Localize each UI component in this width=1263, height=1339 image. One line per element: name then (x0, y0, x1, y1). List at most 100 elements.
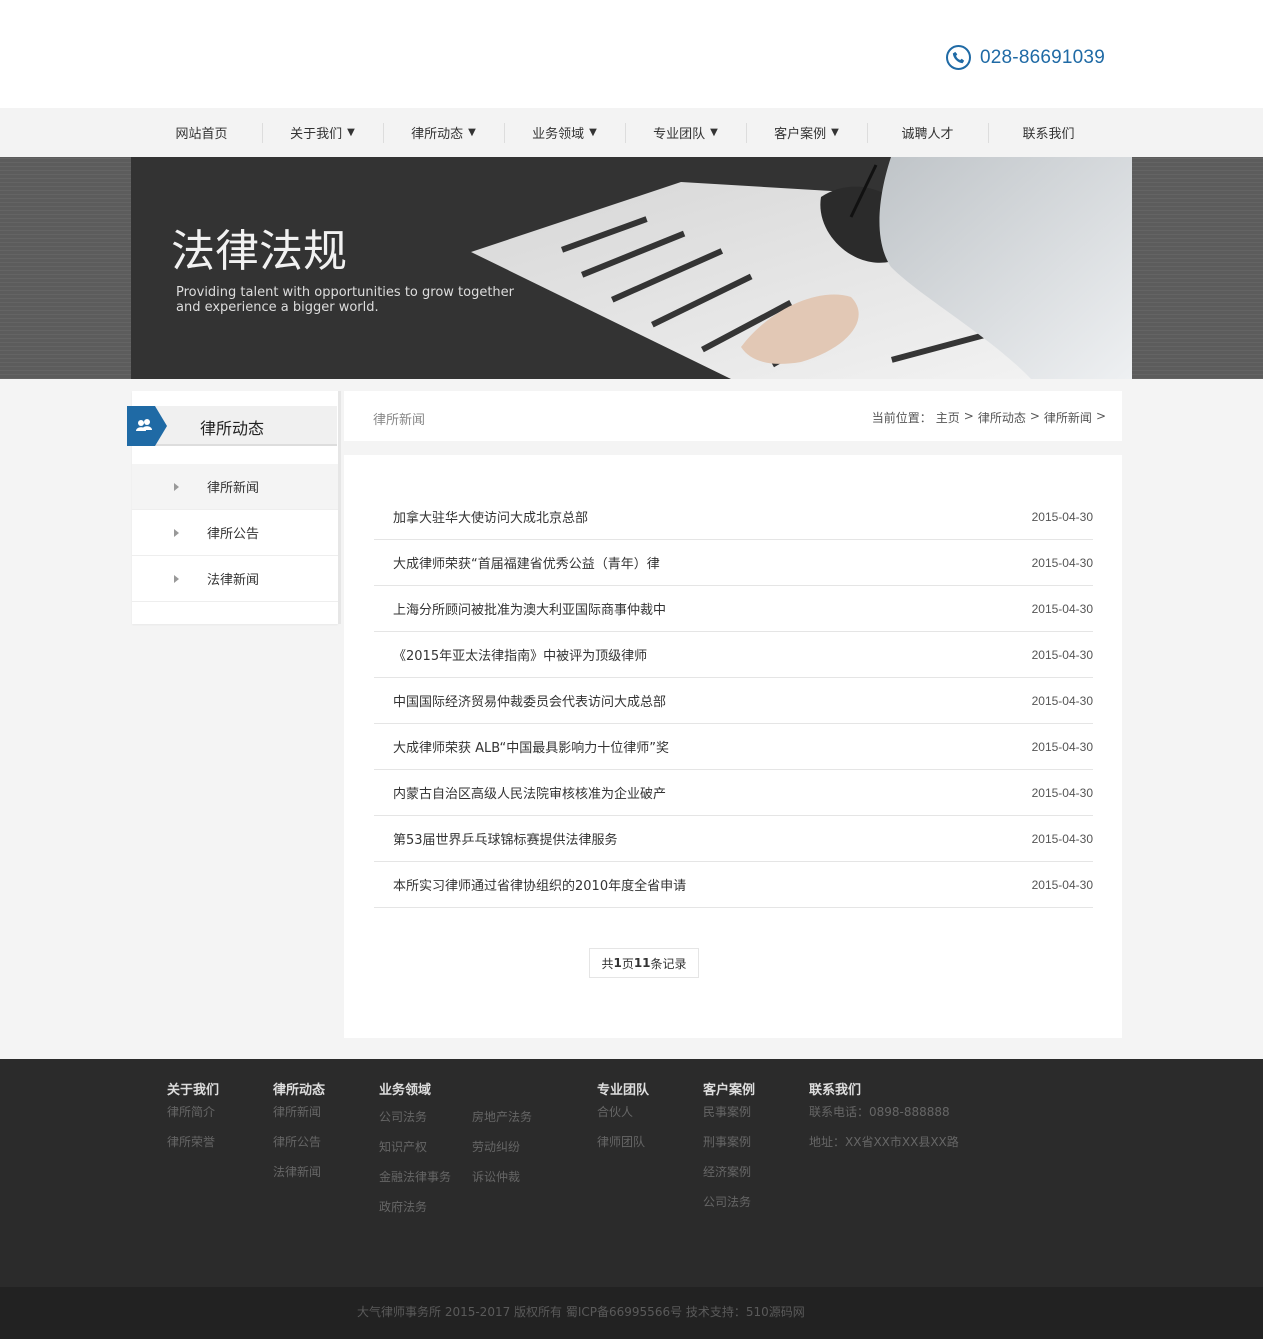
news-title[interactable]: 内蒙古自治区高级人民法院审核核准为企业破产 (393, 783, 666, 802)
sidebar-item[interactable]: 律所新闻 (132, 464, 338, 510)
breadcrumb-link[interactable]: 律所新闻 (1044, 409, 1092, 426)
footer-link[interactable]: 律所简介 (167, 1097, 219, 1127)
nav-item[interactable]: 专业团队 ▼ (625, 108, 746, 157)
sidebar-item-label: 律所公告 (207, 527, 260, 542)
nav-item-label: 关于我们 (290, 127, 343, 142)
pager-prefix: 共 (601, 956, 614, 971)
footer-link[interactable]: 政府法务 (379, 1192, 472, 1222)
news-title[interactable]: 大成律师荣获 ALB“中国最具影响力十位律师”奖 (393, 737, 669, 756)
footer-heading: 关于我们 (167, 1083, 220, 1098)
news-row[interactable]: 本所实习律师通过省律协组织的2010年度全省申请 2015-04-30 (374, 862, 1093, 908)
nav-item[interactable]: 关于我们 ▼ (262, 108, 383, 157)
dropdown-arrow-icon: ▼ (831, 127, 839, 138)
footer-heading: 联系我们 (809, 1083, 862, 1098)
news-row[interactable]: 上海分所顾问被批准为澳大利亚国际商事仲裁中 2015-04-30 (374, 586, 1093, 632)
caret-right-icon (174, 528, 179, 537)
news-date: 2015-04-30 (1031, 555, 1093, 570)
breadcrumb-separator: > (1029, 409, 1040, 423)
nav-item-label: 诚聘人才 (901, 127, 954, 142)
caret-right-icon (174, 482, 179, 491)
footer-link[interactable]: 房地产法务 (472, 1102, 552, 1132)
dropdown-arrow-icon: ▼ (347, 127, 355, 138)
news-title[interactable]: 《2015年亚太法律指南》中被评为顶级律师 (393, 645, 647, 664)
footer-link[interactable]: 律所荣誉 (167, 1127, 219, 1157)
nav-item[interactable]: 客户案例 ▼ (746, 108, 867, 157)
news-date: 2015-04-30 (1031, 509, 1093, 524)
nav-item-label: 客户案例 (774, 127, 827, 142)
footer-link[interactable]: 经济案例 (703, 1157, 755, 1187)
section-title: 律所新闻 (373, 413, 426, 428)
breadcrumb-link[interactable]: 主页 (936, 409, 960, 426)
breadcrumb: 当前位置： 主页 > 律所动态 > 律所新闻 > (872, 409, 1106, 426)
breadcrumb-prefix: 当前位置： (871, 411, 932, 425)
breadcrumb-link[interactable]: 律所动态 (978, 409, 1026, 426)
nav-item[interactable]: 业务领域 ▼ (504, 108, 625, 157)
footer-link[interactable]: 法律新闻 (273, 1157, 325, 1187)
news-row[interactable]: 加拿大驻华大使访问大成北京总部 2015-04-30 (374, 494, 1093, 540)
footer-link[interactable]: 律师团队 (597, 1127, 649, 1157)
footer-link[interactable]: 金融法律事务 (379, 1162, 472, 1192)
news-row[interactable]: 内蒙古自治区高级人民法院审核核准为企业破产 2015-04-30 (374, 770, 1093, 816)
sidebar-divider (338, 391, 341, 624)
footer-heading: 律所动态 (273, 1083, 326, 1098)
footer-link[interactable]: 公司法务 (703, 1187, 755, 1217)
nav-item[interactable]: 联系我们 (988, 108, 1109, 157)
main-nav: 网站首页 关于我们 ▼ 律所动态 ▼ 业务领域 ▼ 专业团队 ▼ 客户案例 ▼ 诚聘人才 联系我们 (0, 108, 1263, 157)
footer-link[interactable]: 公司法务 (379, 1102, 472, 1132)
news-date: 2015-04-30 (1031, 785, 1093, 800)
news-date: 2015-04-30 (1031, 601, 1093, 616)
news-title[interactable]: 中国国际经济贸易仲裁委员会代表访问大成总部 (393, 691, 666, 710)
breadcrumb-separator: > (1095, 409, 1106, 423)
news-title[interactable]: 大成律师荣获“首届福建省优秀公益（青年）律 (393, 553, 660, 572)
nav-item-label: 业务领域 (532, 127, 585, 142)
footer-link[interactable]: 刑事案例 (703, 1127, 755, 1157)
footer-link[interactable]: 民事案例 (703, 1097, 755, 1127)
footer-link[interactable]: 劳动纠纷 (472, 1132, 552, 1162)
nav-item-label: 联系我们 (1022, 127, 1075, 142)
footer-col-news: 律所动态 律所新闻 律所公告 法律新闻 (273, 1079, 325, 1187)
banner-subtitle-line1: Providing talent with opportunities to g… (176, 285, 515, 300)
footer-phone: 联系电话：0898-888888 (809, 1105, 950, 1119)
news-date: 2015-04-30 (1031, 831, 1093, 846)
news-panel: 加拿大驻华大使访问大成北京总部 2015-04-30 大成律师荣获“首届福建省优秀公… (344, 455, 1122, 1038)
sidebar-item[interactable]: 法律新闻 (132, 556, 338, 602)
news-title[interactable]: 第53届世界乒乓球锦标赛提供法律服务 (393, 829, 618, 848)
nav-item[interactable]: 网站首页 (141, 108, 262, 157)
footer-link[interactable]: 律所公告 (273, 1127, 325, 1157)
news-date: 2015-04-30 (1031, 693, 1093, 708)
nav-item[interactable]: 律所动态 ▼ (383, 108, 504, 157)
footer-link[interactable]: 知识产权 (379, 1132, 472, 1162)
sidebar-list: 律所新闻律所公告法律新闻 (132, 464, 338, 602)
breadcrumb-separator: > (963, 409, 974, 423)
footer-link[interactable]: 合伙人 (597, 1097, 649, 1127)
news-title[interactable]: 上海分所顾问被批准为澳大利亚国际商事仲裁中 (393, 599, 666, 618)
nav-item[interactable]: 诚聘人才 (867, 108, 988, 157)
banner-image (471, 157, 1132, 379)
page-banner: 法律法规 Providing talent with opportunities… (0, 157, 1263, 379)
header-phone: 028-86691039 (946, 45, 1105, 70)
pager-mid: 页 (621, 956, 634, 971)
news-title[interactable]: 本所实习律师通过省律协组织的2010年度全省申请 (393, 875, 686, 894)
footer-address: 地址：XX省XX市XX县XX路 (809, 1135, 959, 1149)
footer-heading: 业务领域 (379, 1083, 432, 1098)
footer-col-team: 专业团队 合伙人 律师团队 (597, 1079, 649, 1157)
footer-link[interactable]: 诉讼仲裁 (472, 1162, 552, 1192)
sidebar-item[interactable]: 律所公告 (132, 510, 338, 556)
news-row[interactable]: 第53届世界乒乓球锦标赛提供法律服务 2015-04-30 (374, 816, 1093, 862)
nav-item-label: 网站首页 (175, 127, 228, 142)
breadcrumb-bar: 律所新闻 当前位置： 主页 > 律所动态 > 律所新闻 > (344, 391, 1122, 441)
news-date: 2015-04-30 (1031, 739, 1093, 754)
news-row[interactable]: 中国国际经济贸易仲裁委员会代表访问大成总部 2015-04-30 (374, 678, 1093, 724)
pager-suffix: 条记录 (650, 956, 687, 971)
footer-link[interactable]: 律所新闻 (273, 1097, 325, 1127)
news-row[interactable]: 大成律师荣获 ALB“中国最具影响力十位律师”奖 2015-04-30 (374, 724, 1093, 770)
sidebar-item-label: 法律新闻 (207, 573, 260, 588)
news-row[interactable]: 《2015年亚太法律指南》中被评为顶级律师 2015-04-30 (374, 632, 1093, 678)
sidebar-item-label: 律所新闻 (207, 481, 260, 496)
sidebar-header: 律所动态 (127, 406, 337, 446)
news-row[interactable]: 大成律师荣获“首届福建省优秀公益（青年）律 2015-04-30 (374, 540, 1093, 586)
news-date: 2015-04-30 (1031, 647, 1093, 662)
phone-icon (946, 45, 971, 70)
group-icon (127, 406, 167, 446)
news-title[interactable]: 加拿大驻华大使访问大成北京总部 (393, 507, 588, 526)
